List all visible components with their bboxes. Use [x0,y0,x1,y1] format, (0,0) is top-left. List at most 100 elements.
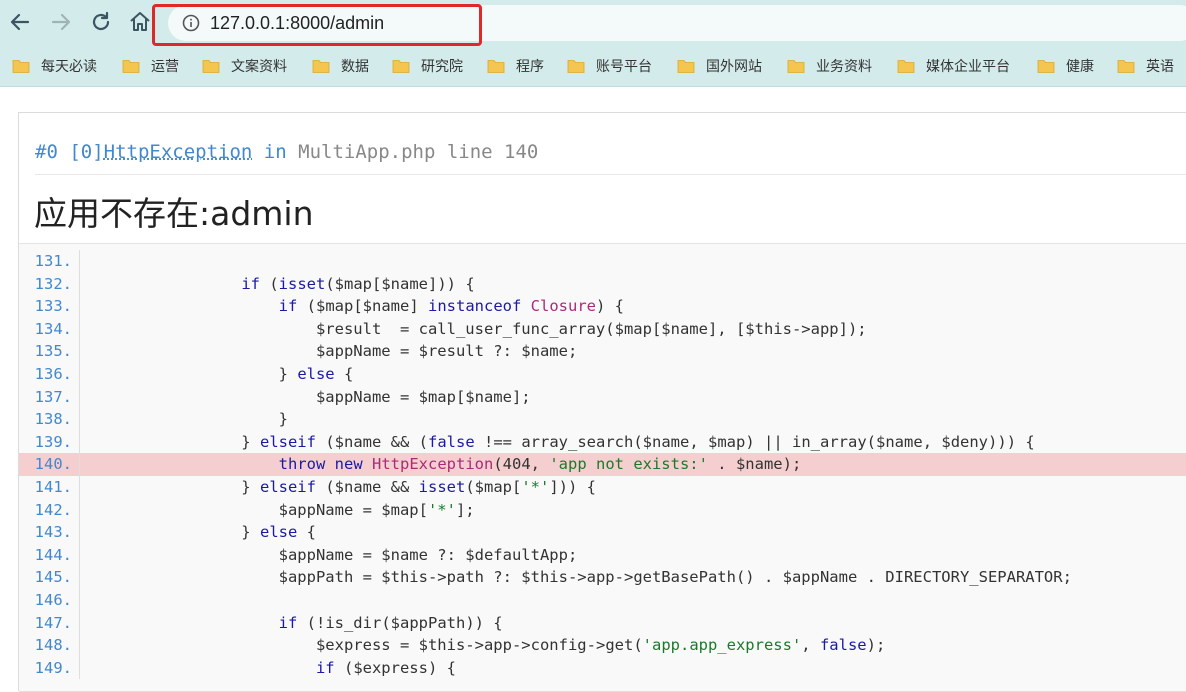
line-number: 147. [34,613,72,632]
gutter-divider [79,475,80,499]
bookmarks-bar: 每天必读 运营 文案资料 数据 研究院 程序 账号平台 国外网站 业务资料 媒体企业平台 健康 英语 [0,46,1186,87]
bookmark-item[interactable]: 业务资料 [787,56,872,76]
code-line: 139. } elseif ($name && (false !== array… [19,430,1186,454]
folder-icon [897,60,915,73]
arrow-left-icon [10,13,30,31]
line-number: 137. [34,387,72,406]
code-line: 132. if (isset($map[$name])) { [19,272,1186,296]
folder-icon [202,60,220,73]
bookmark-label: 健康 [1066,58,1094,74]
browser-toolbar: 127.0.0.1:8000/admin [0,0,1186,46]
bookmark-label: 运营 [151,58,179,74]
line-source: $result = call_user_func_array($map[$nam… [315,319,867,338]
line-number: 149. [34,658,72,677]
forward-button[interactable] [47,8,75,36]
code-line: 148. $express = $this->app->config->get(… [19,634,1186,657]
line-number: 148. [34,636,72,655]
line-number: 142. [34,500,72,519]
home-icon [130,12,150,31]
code-line: 138. } [19,408,1186,431]
gutter-divider [79,634,80,657]
gutter-divider [79,566,80,589]
exception-index: #0 [0] [35,141,104,163]
line-source: if ($map[$name] instanceof Closure) { [278,297,624,316]
line-number: 133. [34,297,72,316]
gutter-divider [79,588,80,612]
folder-icon [1117,60,1135,73]
folder-icon [567,60,585,73]
folder-icon [392,60,410,73]
bookmark-item[interactable]: 国外网站 [677,56,762,76]
line-source: } elseif ($name && isset($map['*'])) { [92,477,597,496]
code-line: 145. $appPath = $this->path ?: $this->ap… [19,566,1186,589]
bookmark-item[interactable]: 每天必读 [12,56,97,76]
line-source: $appName = $map['*']; [278,500,475,519]
line-source: $appPath = $this->path ?: $this->app->ge… [278,568,1072,587]
line-number: 140. [34,455,72,474]
gutter-divider [79,430,80,454]
exception-class-link[interactable]: HttpException [104,141,253,163]
exception-panel: #0 [0]HttpException in MultiApp.php line… [18,112,1186,692]
code-line: 131. [19,250,1186,273]
gutter-divider [79,656,80,680]
code-line: 149. if ($express) { [19,656,1186,680]
gutter-divider [79,340,80,363]
code-line: 133. if ($map[$name] instanceof Closure)… [19,295,1186,318]
folder-icon [12,60,30,73]
bookmark-label: 业务资料 [816,58,872,74]
line-number: 131. [34,252,72,270]
gutter-divider [79,521,80,544]
folder-icon [487,60,505,73]
line-source: $appName = $map[$name]; [315,387,531,406]
line-number: 141. [34,477,72,496]
folder-icon [122,60,140,73]
bookmark-item[interactable]: 文案资料 [202,56,287,76]
bookmark-item[interactable]: 程序 [487,56,544,76]
gutter-divider [79,272,80,296]
code-line: 136. } else { [19,362,1186,386]
gutter-divider [79,611,80,635]
code-line: 141. } elseif ($name && isset($map['*'])… [19,475,1186,499]
code-line: 144. $appName = $name ?: $defaultApp; [19,543,1186,567]
bookmark-item[interactable]: 数据 [312,56,369,76]
bookmark-item[interactable]: 媒体企业平台 [897,56,1010,76]
bookmark-item[interactable]: 运营 [122,56,179,76]
line-source: } else { [92,523,316,542]
source-code-block: 131. 132. if (isset($map[$name])) {133. i… [19,243,1186,692]
bookmark-label: 英语 [1146,58,1174,74]
gutter-divider [79,362,80,386]
line-number: 136. [34,364,72,383]
line-number: 134. [34,319,72,338]
code-line-highlighted: 140. throw new HttpException(404, 'app n… [19,453,1186,476]
gutter-divider [79,385,80,409]
bookmark-label: 媒体企业平台 [926,58,1010,74]
bookmark-item[interactable]: 账号平台 [567,56,652,76]
divider [35,174,1186,175]
home-button[interactable] [126,8,154,36]
line-source: throw new HttpException(404, 'app not ex… [278,455,802,474]
line-number: 143. [34,523,72,542]
code-lines: 131. 132. if (isset($map[$name])) {133. i… [19,250,1186,680]
reload-button[interactable] [87,8,115,36]
code-line: 134. $result = call_user_func_array($map… [19,317,1186,341]
code-line: 146. [19,588,1186,612]
folder-icon [787,60,805,73]
code-line: 137. $appName = $map[$name]; [19,385,1186,409]
gutter-divider [79,408,80,431]
line-number: 138. [34,410,72,429]
line-source: $express = $this->app->config->get('app.… [315,636,886,655]
gutter-divider [79,250,80,273]
line-number: 132. [34,274,72,293]
back-button[interactable] [6,8,34,36]
line-number: 135. [34,342,72,361]
bookmark-item[interactable]: 健康 [1037,56,1094,76]
code-line: 143. } else { [19,521,1186,544]
exception-heading: #0 [0]HttpException in MultiApp.php line… [35,141,538,163]
bookmark-item[interactable]: 英语 [1117,56,1174,76]
line-number: 139. [34,432,72,451]
code-line: 135. $appName = $result ?: $name; [19,340,1186,363]
gutter-divider [79,543,80,567]
line-number: 145. [34,568,72,587]
bookmark-label: 程序 [516,58,544,74]
bookmark-item[interactable]: 研究院 [392,56,463,76]
